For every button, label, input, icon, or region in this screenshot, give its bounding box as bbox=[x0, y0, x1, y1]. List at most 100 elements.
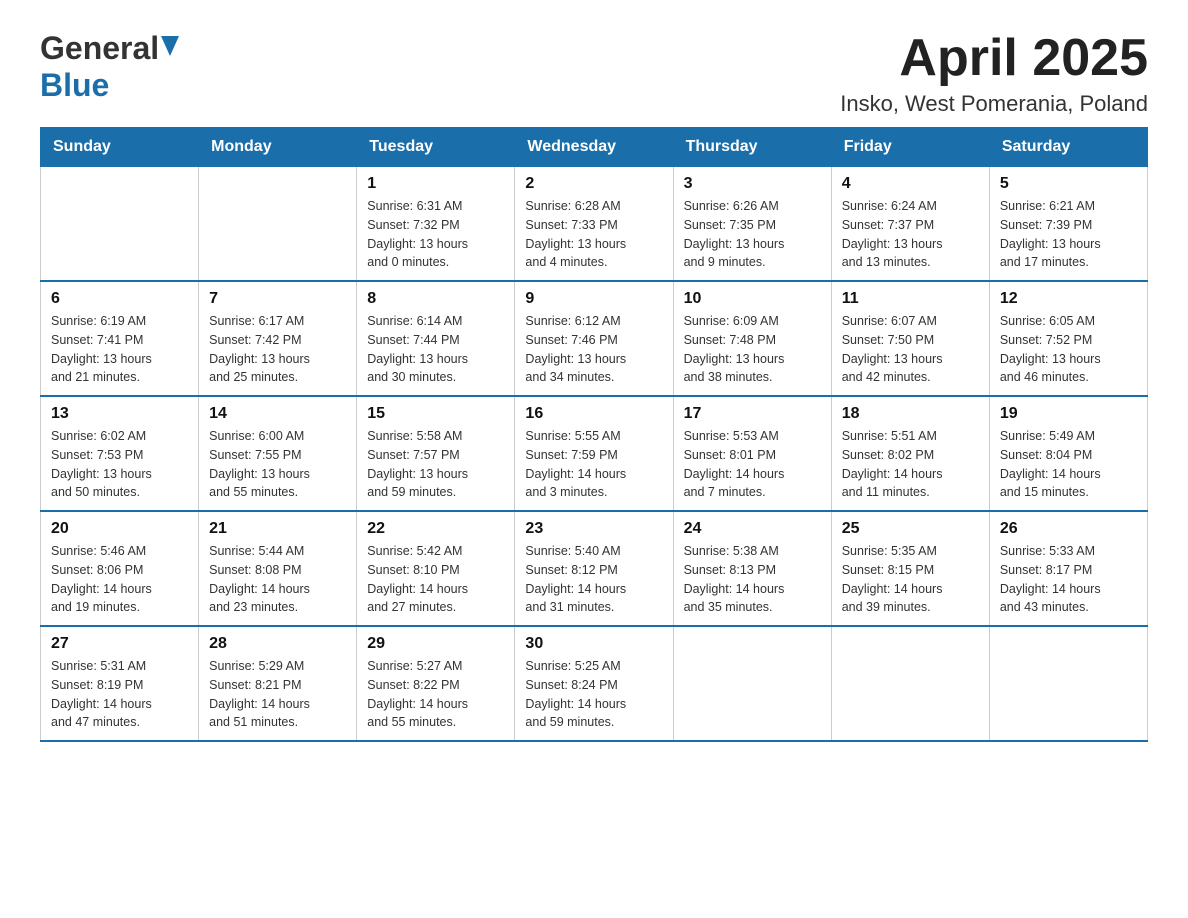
day-info: Sunrise: 6:12 AMSunset: 7:46 PMDaylight:… bbox=[525, 312, 662, 387]
day-number: 29 bbox=[367, 635, 504, 653]
day-number: 5 bbox=[1000, 175, 1137, 193]
calendar-cell: 20 Sunrise: 5:46 AMSunset: 8:06 PMDayligh… bbox=[41, 511, 199, 626]
header-cell-friday: Friday bbox=[831, 128, 989, 167]
calendar-cell: 12 Sunrise: 6:05 AMSunset: 7:52 PMDayligh… bbox=[989, 281, 1147, 396]
header-cell-wednesday: Wednesday bbox=[515, 128, 673, 167]
calendar-cell: 27Sunrise: 5:31 AMSunset: 8:19 PMDayligh… bbox=[41, 626, 199, 741]
day-number: 3 bbox=[684, 175, 821, 193]
day-info: Sunrise: 6:05 AMSunset: 7:52 PMDaylight:… bbox=[1000, 312, 1137, 387]
calendar-cell: 11 Sunrise: 6:07 AMSunset: 7:50 PMDayligh… bbox=[831, 281, 989, 396]
header-cell-monday: Monday bbox=[199, 128, 357, 167]
day-number: 6 bbox=[51, 290, 188, 308]
calendar-body: 1 Sunrise: 6:31 AMSunset: 7:32 PMDaylight… bbox=[41, 167, 1148, 742]
day-info: Sunrise: 6:24 AMSunset: 7:37 PMDaylight:… bbox=[842, 197, 979, 272]
calendar-cell: 7 Sunrise: 6:17 AMSunset: 7:42 PMDaylight… bbox=[199, 281, 357, 396]
day-info: Sunrise: 5:49 AMSunset: 8:04 PMDaylight:… bbox=[1000, 427, 1137, 502]
calendar-cell: 5 Sunrise: 6:21 AMSunset: 7:39 PMDaylight… bbox=[989, 167, 1147, 282]
day-number: 27 bbox=[51, 635, 188, 653]
day-number: 17 bbox=[684, 405, 821, 423]
day-info: Sunrise: 6:19 AMSunset: 7:41 PMDaylight:… bbox=[51, 312, 188, 387]
day-info: Sunrise: 5:29 AMSunset: 8:21 PMDaylight:… bbox=[209, 657, 346, 732]
day-number: 7 bbox=[209, 290, 346, 308]
day-info: Sunrise: 6:31 AMSunset: 7:32 PMDaylight:… bbox=[367, 197, 504, 272]
page-title: April 2025 bbox=[840, 30, 1148, 87]
calendar-cell: 13Sunrise: 6:02 AMSunset: 7:53 PMDayligh… bbox=[41, 396, 199, 511]
calendar-cell: 2 Sunrise: 6:28 AMSunset: 7:33 PMDaylight… bbox=[515, 167, 673, 282]
day-number: 18 bbox=[842, 405, 979, 423]
logo: General Blue bbox=[40, 30, 179, 104]
day-number: 21 bbox=[209, 520, 346, 538]
calendar-table: SundayMondayTuesdayWednesdayThursdayFrid… bbox=[40, 127, 1148, 742]
page-header: General Blue April 2025 Insko, West Pome… bbox=[40, 30, 1148, 117]
calendar-cell bbox=[199, 167, 357, 282]
calendar-cell: 22 Sunrise: 5:42 AMSunset: 8:10 PMDayligh… bbox=[357, 511, 515, 626]
calendar-week-5: 27Sunrise: 5:31 AMSunset: 8:19 PMDayligh… bbox=[41, 626, 1148, 741]
title-block: April 2025 Insko, West Pomerania, Poland bbox=[840, 30, 1148, 117]
day-number: 28 bbox=[209, 635, 346, 653]
day-number: 14 bbox=[209, 405, 346, 423]
calendar-cell bbox=[41, 167, 199, 282]
page-subtitle: Insko, West Pomerania, Poland bbox=[840, 91, 1148, 117]
day-info: Sunrise: 6:00 AMSunset: 7:55 PMDaylight:… bbox=[209, 427, 346, 502]
day-number: 2 bbox=[525, 175, 662, 193]
day-number: 22 bbox=[367, 520, 504, 538]
day-number: 12 bbox=[1000, 290, 1137, 308]
calendar-week-2: 6 Sunrise: 6:19 AMSunset: 7:41 PMDaylight… bbox=[41, 281, 1148, 396]
day-info: Sunrise: 5:25 AMSunset: 8:24 PMDaylight:… bbox=[525, 657, 662, 732]
day-number: 25 bbox=[842, 520, 979, 538]
calendar-cell bbox=[989, 626, 1147, 741]
day-info: Sunrise: 5:55 AMSunset: 7:59 PMDaylight:… bbox=[525, 427, 662, 502]
logo-arrow-icon bbox=[161, 36, 179, 56]
day-info: Sunrise: 5:33 AMSunset: 8:17 PMDaylight:… bbox=[1000, 542, 1137, 617]
day-info: Sunrise: 5:27 AMSunset: 8:22 PMDaylight:… bbox=[367, 657, 504, 732]
day-number: 15 bbox=[367, 405, 504, 423]
header-cell-sunday: Sunday bbox=[41, 128, 199, 167]
calendar-cell: 3 Sunrise: 6:26 AMSunset: 7:35 PMDaylight… bbox=[673, 167, 831, 282]
day-number: 16 bbox=[525, 405, 662, 423]
day-number: 11 bbox=[842, 290, 979, 308]
day-info: Sunrise: 6:02 AMSunset: 7:53 PMDaylight:… bbox=[51, 427, 188, 502]
calendar-cell: 9 Sunrise: 6:12 AMSunset: 7:46 PMDaylight… bbox=[515, 281, 673, 396]
calendar-week-1: 1 Sunrise: 6:31 AMSunset: 7:32 PMDaylight… bbox=[41, 167, 1148, 282]
calendar-cell: 1 Sunrise: 6:31 AMSunset: 7:32 PMDaylight… bbox=[357, 167, 515, 282]
calendar-cell: 14 Sunrise: 6:00 AMSunset: 7:55 PMDayligh… bbox=[199, 396, 357, 511]
calendar-cell: 8Sunrise: 6:14 AMSunset: 7:44 PMDaylight… bbox=[357, 281, 515, 396]
day-number: 30 bbox=[525, 635, 662, 653]
day-number: 4 bbox=[842, 175, 979, 193]
day-info: Sunrise: 6:21 AMSunset: 7:39 PMDaylight:… bbox=[1000, 197, 1137, 272]
calendar-header: SundayMondayTuesdayWednesdayThursdayFrid… bbox=[41, 128, 1148, 167]
day-info: Sunrise: 5:44 AMSunset: 8:08 PMDaylight:… bbox=[209, 542, 346, 617]
day-info: Sunrise: 6:17 AMSunset: 7:42 PMDaylight:… bbox=[209, 312, 346, 387]
day-info: Sunrise: 6:07 AMSunset: 7:50 PMDaylight:… bbox=[842, 312, 979, 387]
calendar-cell: 19 Sunrise: 5:49 AMSunset: 8:04 PMDayligh… bbox=[989, 396, 1147, 511]
calendar-cell bbox=[673, 626, 831, 741]
day-number: 10 bbox=[684, 290, 821, 308]
day-info: Sunrise: 5:38 AMSunset: 8:13 PMDaylight:… bbox=[684, 542, 821, 617]
day-info: Sunrise: 5:58 AMSunset: 7:57 PMDaylight:… bbox=[367, 427, 504, 502]
header-cell-tuesday: Tuesday bbox=[357, 128, 515, 167]
calendar-week-4: 20 Sunrise: 5:46 AMSunset: 8:06 PMDayligh… bbox=[41, 511, 1148, 626]
calendar-week-3: 13Sunrise: 6:02 AMSunset: 7:53 PMDayligh… bbox=[41, 396, 1148, 511]
calendar-cell: 26Sunrise: 5:33 AMSunset: 8:17 PMDayligh… bbox=[989, 511, 1147, 626]
header-row: SundayMondayTuesdayWednesdayThursdayFrid… bbox=[41, 128, 1148, 167]
calendar-cell: 4 Sunrise: 6:24 AMSunset: 7:37 PMDaylight… bbox=[831, 167, 989, 282]
calendar-cell: 10Sunrise: 6:09 AMSunset: 7:48 PMDayligh… bbox=[673, 281, 831, 396]
day-number: 19 bbox=[1000, 405, 1137, 423]
day-info: Sunrise: 5:46 AMSunset: 8:06 PMDaylight:… bbox=[51, 542, 188, 617]
day-number: 9 bbox=[525, 290, 662, 308]
day-info: Sunrise: 5:51 AMSunset: 8:02 PMDaylight:… bbox=[842, 427, 979, 502]
day-info: Sunrise: 6:14 AMSunset: 7:44 PMDaylight:… bbox=[367, 312, 504, 387]
header-cell-thursday: Thursday bbox=[673, 128, 831, 167]
calendar-cell: 6 Sunrise: 6:19 AMSunset: 7:41 PMDaylight… bbox=[41, 281, 199, 396]
day-number: 1 bbox=[367, 175, 504, 193]
day-info: Sunrise: 5:42 AMSunset: 8:10 PMDaylight:… bbox=[367, 542, 504, 617]
day-info: Sunrise: 6:28 AMSunset: 7:33 PMDaylight:… bbox=[525, 197, 662, 272]
day-info: Sunrise: 5:40 AMSunset: 8:12 PMDaylight:… bbox=[525, 542, 662, 617]
calendar-cell: 24Sunrise: 5:38 AMSunset: 8:13 PMDayligh… bbox=[673, 511, 831, 626]
calendar-cell: 25Sunrise: 5:35 AMSunset: 8:15 PMDayligh… bbox=[831, 511, 989, 626]
day-info: Sunrise: 5:53 AMSunset: 8:01 PMDaylight:… bbox=[684, 427, 821, 502]
day-info: Sunrise: 6:26 AMSunset: 7:35 PMDaylight:… bbox=[684, 197, 821, 272]
calendar-cell: 21 Sunrise: 5:44 AMSunset: 8:08 PMDayligh… bbox=[199, 511, 357, 626]
day-number: 20 bbox=[51, 520, 188, 538]
calendar-cell: 28 Sunrise: 5:29 AMSunset: 8:21 PMDayligh… bbox=[199, 626, 357, 741]
